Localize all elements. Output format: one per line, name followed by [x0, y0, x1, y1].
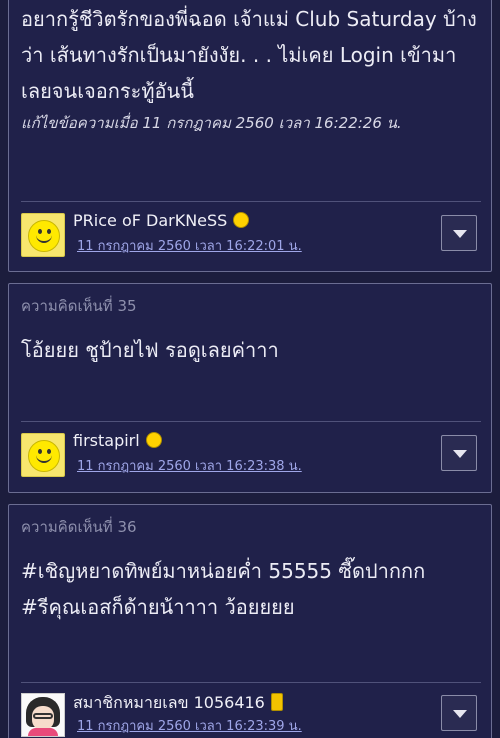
comment-menu-button[interactable] [441, 215, 477, 251]
comment-author: firstapirl 11 กรกฎาคม 2560 เวลา 16:23:38… [21, 429, 481, 479]
comment-card: อยากรู้ชีวิตรักของพี่ฉอด เจ้าแม่ Club Sa… [8, 0, 492, 272]
author-name[interactable]: firstapirl [73, 431, 140, 450]
comment-number-label: ความคิดเห็นที่ 35 [21, 297, 137, 315]
comment-menu-button[interactable] [441, 435, 477, 471]
comment-date-link[interactable]: 11 กรกฎาคม 2560 เวลา 16:23:39 น. [77, 715, 302, 736]
smiley-badge-icon [233, 211, 250, 228]
mobile-phone-badge-icon [270, 692, 283, 711]
divider [21, 421, 481, 422]
comment-author: สมาชิกหมายเลข 1056416 11 กรกฎาคม 2560 เว… [21, 689, 481, 738]
author-name[interactable]: สมาชิกหมายเลข 1056416 [73, 693, 265, 712]
comment-text-line: #รีคุณเอสก็ด้ายน้าาาา ว้อยยยย [21, 595, 295, 619]
user-photo-avatar[interactable] [21, 693, 65, 737]
chevron-down-icon [453, 450, 467, 458]
smiley-avatar-icon[interactable] [21, 213, 65, 257]
comment-date-link[interactable]: 11 กรกฎาคม 2560 เวลา 16:23:38 น. [77, 455, 302, 476]
smiley-badge-icon [145, 431, 162, 448]
edit-note: แก้ไขข้อความเมื่อ 11 กรกฎาคม 2560 เวลา 1… [21, 114, 402, 132]
comment-card: ความคิดเห็นที่ 35 โอ้ยยย ชูป้ายไฟ รอดูเล… [8, 283, 492, 493]
comment-text: อยากรู้ชีวิตรักของพี่ฉอด เจ้าแม่ Club Sa… [21, 7, 477, 103]
comment-card: ความคิดเห็นที่ 36 #เชิญหยาดทิพย์มาหน่อยค… [8, 504, 492, 738]
chevron-down-icon [453, 710, 467, 718]
comment-text: โอ้ยยย ชูป้ายไฟ รอดูเลยค่าาา [21, 338, 279, 362]
author-name[interactable]: PRice oF DarKNeSS [73, 211, 227, 230]
divider [21, 201, 481, 202]
comment-date-link[interactable]: 11 กรกฎาคม 2560 เวลา 16:22:01 น. [77, 235, 302, 256]
smiley-avatar-icon[interactable] [21, 433, 65, 477]
chevron-down-icon [453, 230, 467, 238]
comment-text-line: #เชิญหยาดทิพย์มาหน่อยค่ำ 55555 ซี๊ดปากกก [21, 559, 426, 583]
comment-author: PRice oF DarKNeSS 11 กรกฎาคม 2560 เวลา 1… [21, 209, 481, 259]
comment-menu-button[interactable] [441, 695, 477, 731]
divider [21, 682, 481, 683]
comment-number-label: ความคิดเห็นที่ 36 [21, 518, 137, 536]
comment-text: #เชิญหยาดทิพย์มาหน่อยค่ำ 55555 ซี๊ดปากกก… [21, 553, 481, 625]
